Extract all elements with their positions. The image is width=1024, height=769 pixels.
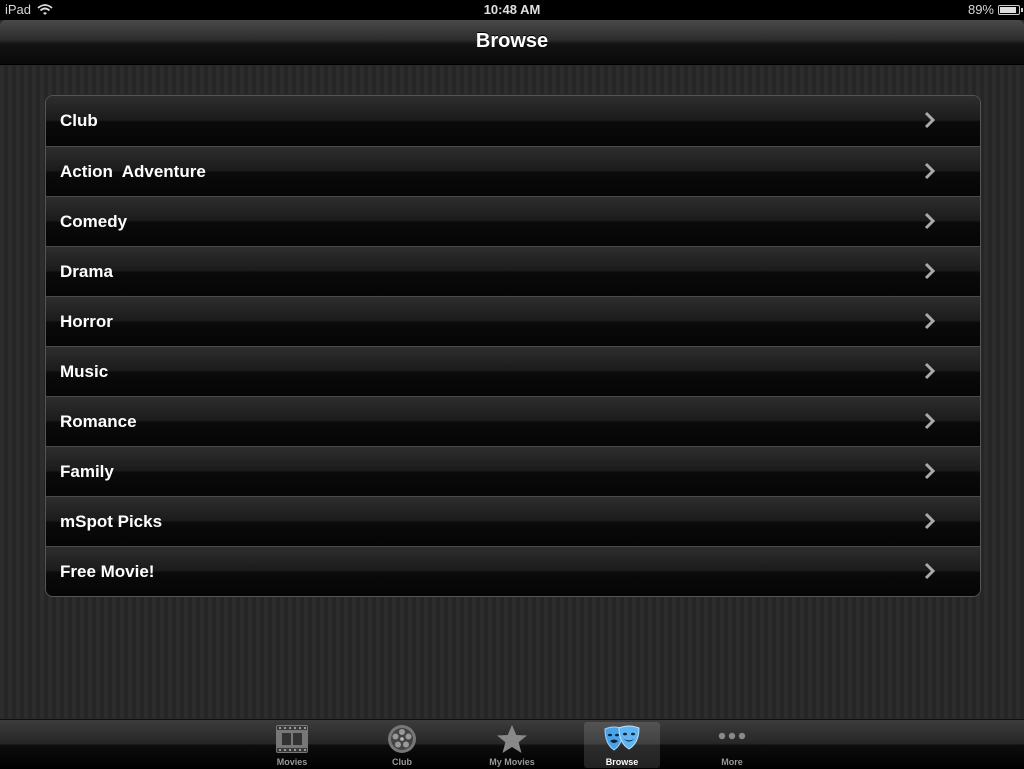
status-right: 89%: [967, 2, 1023, 17]
genre-list: Club Action Adventure Comedy Drama Horro…: [45, 95, 981, 597]
tab-label: Club: [392, 757, 412, 767]
tab-label: Movies: [276, 757, 308, 767]
chevron-right-icon: [924, 412, 936, 430]
list-item-label: Music: [60, 362, 109, 381]
film-icon: [276, 725, 308, 753]
chevron-right-icon: [924, 262, 936, 280]
status-bar: iPad 10:48 AM 89%: [0, 0, 1024, 20]
tab-my-movies[interactable]: My Movies: [474, 722, 550, 768]
chevron-right-icon: [924, 162, 936, 180]
list-item-club[interactable]: Club: [46, 96, 980, 146]
content-area: Club Action Adventure Comedy Drama Horro…: [0, 65, 1024, 719]
list-item-music[interactable]: Music: [46, 346, 980, 396]
status-time: 10:48 AM: [483, 2, 541, 17]
list-item-label: Comedy: [60, 212, 128, 231]
more-dots-icon: [718, 732, 746, 740]
tab-browse[interactable]: Browse: [584, 722, 660, 768]
tab-more[interactable]: More: [694, 722, 770, 768]
chevron-right-icon: [924, 111, 936, 129]
list-item-label: Family: [60, 462, 114, 481]
battery-level: [1000, 6, 1017, 13]
list-item-romance[interactable]: Romance: [46, 396, 980, 446]
tab-bar: Movies Club My Movies Browse More: [0, 719, 1024, 769]
list-item-label: Free Movie!: [60, 562, 155, 581]
chevron-right-icon: [924, 562, 936, 580]
chevron-right-icon: [924, 512, 936, 530]
list-item-label: Drama: [60, 262, 113, 281]
navigation-bar: Browse: [0, 20, 1024, 65]
film-reel-icon: [388, 725, 416, 753]
list-item-label: Horror: [60, 312, 113, 331]
list-item-action-adventure[interactable]: Action Adventure: [46, 146, 980, 196]
chevron-right-icon: [924, 462, 936, 480]
theater-masks-icon: [604, 725, 640, 751]
list-item-horror[interactable]: Horror: [46, 296, 980, 346]
tab-label: My Movies: [489, 757, 535, 767]
tab-club[interactable]: Club: [364, 722, 440, 768]
tab-label: Browse: [605, 757, 639, 767]
list-item-comedy[interactable]: Comedy: [46, 196, 980, 246]
tab-movies[interactable]: Movies: [254, 722, 330, 768]
list-item-drama[interactable]: Drama: [46, 246, 980, 296]
list-item-label: Club: [60, 111, 98, 130]
chevron-right-icon: [924, 212, 936, 230]
chevron-right-icon: [924, 362, 936, 380]
list-item-label: Action Adventure: [60, 162, 206, 181]
list-item-label: mSpot Picks: [60, 512, 163, 531]
battery-icon: [998, 4, 1023, 15]
list-item-label: Romance: [60, 412, 137, 431]
list-item-family[interactable]: Family: [46, 446, 980, 496]
tab-label: More: [721, 757, 743, 767]
list-item-mspot-picks[interactable]: mSpot Picks: [46, 496, 980, 546]
battery-percent: 89%: [967, 2, 994, 17]
list-item-free-movie[interactable]: Free Movie!: [46, 546, 980, 596]
chevron-right-icon: [924, 312, 936, 330]
star-icon: [497, 725, 527, 753]
page-title: Browse: [475, 30, 549, 52]
